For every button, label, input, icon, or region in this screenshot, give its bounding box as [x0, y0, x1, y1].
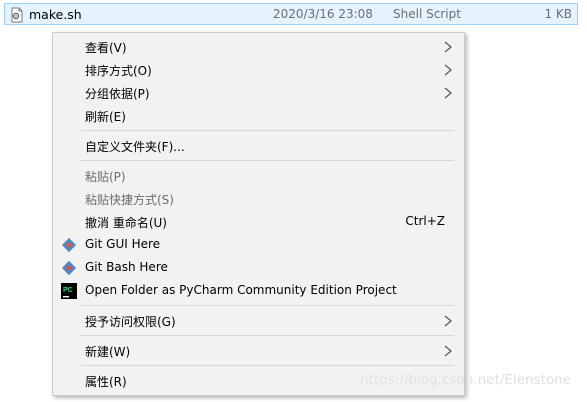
menu-item-refresh[interactable]: 刷新(E): [53, 105, 464, 127]
menu-item-undo-rename[interactable]: 撤消 重命名(U) Ctrl+Z: [53, 211, 464, 233]
menu-item-grant-access[interactable]: 授予访问权限(G): [53, 310, 464, 332]
shortcut-key: Ctrl+Z: [405, 214, 445, 228]
menu-item-label: 排序方式(O): [85, 64, 152, 78]
file-size: 1 KB: [544, 7, 572, 21]
menu-item-git-gui[interactable]: Git GUI Here: [53, 234, 464, 256]
chevron-right-icon: [442, 314, 454, 328]
menu-item-paste-shortcut[interactable]: 粘贴快捷方式(S): [53, 188, 464, 210]
menu-item-label: 分组依据(P): [85, 87, 150, 101]
menu-separator: [81, 130, 454, 131]
menu-item-view[interactable]: 查看(V): [53, 36, 464, 58]
menu-item-open-pycharm[interactable]: PC Open Folder as PyCharm Community Edit…: [53, 280, 464, 302]
chevron-right-icon: [442, 344, 454, 358]
chevron-right-icon: [442, 40, 454, 54]
menu-item-label: 查看(V): [85, 41, 127, 55]
context-menu: 查看(V) 排序方式(O) 分组依据(P) 刷新(E) 自定义文件夹(F)...…: [52, 32, 465, 396]
menu-item-git-bash[interactable]: Git Bash Here: [53, 257, 464, 279]
git-icon: [61, 260, 77, 276]
menu-item-label: 粘贴(P): [85, 170, 126, 184]
file-type: Shell Script: [393, 7, 461, 21]
menu-separator: [81, 160, 454, 161]
menu-item-label: Git GUI Here: [85, 237, 161, 251]
menu-item-paste[interactable]: 粘贴(P): [53, 165, 464, 187]
menu-item-label: 授予访问权限(G): [85, 315, 176, 329]
menu-item-label: 撤消 重命名(U): [85, 216, 167, 230]
menu-item-label: Open Folder as PyCharm Community Edition…: [85, 283, 397, 297]
shell-script-file-icon: [9, 7, 25, 23]
menu-item-label: 粘贴快捷方式(S): [85, 193, 174, 207]
menu-separator: [81, 335, 454, 336]
pycharm-icon: PC: [61, 283, 77, 299]
menu-separator: [81, 365, 454, 366]
file-name: make.sh: [29, 7, 82, 22]
file-row-make-sh[interactable]: make.sh 2020/3/16 23:08 Shell Script 1 K…: [4, 3, 578, 25]
menu-item-group-by[interactable]: 分组依据(P): [53, 82, 464, 104]
menu-item-sort[interactable]: 排序方式(O): [53, 59, 464, 81]
menu-item-label: 刷新(E): [85, 110, 126, 124]
chevron-right-icon: [442, 86, 454, 100]
menu-item-label: 属性(R): [85, 375, 127, 389]
file-modified-date: 2020/3/16 23:08: [273, 7, 373, 21]
git-icon: [61, 237, 77, 253]
svg-text:PC: PC: [63, 287, 73, 294]
menu-item-label: Git Bash Here: [85, 260, 168, 274]
chevron-right-icon: [442, 63, 454, 77]
menu-separator: [81, 305, 454, 306]
menu-item-customize-folder[interactable]: 自定义文件夹(F)...: [53, 135, 464, 157]
menu-item-new[interactable]: 新建(W): [53, 340, 464, 362]
menu-item-label: 新建(W): [85, 345, 131, 359]
menu-item-label: 自定义文件夹(F)...: [85, 140, 185, 154]
watermark: https://blog.csdn.net/Elenstone: [360, 372, 571, 388]
